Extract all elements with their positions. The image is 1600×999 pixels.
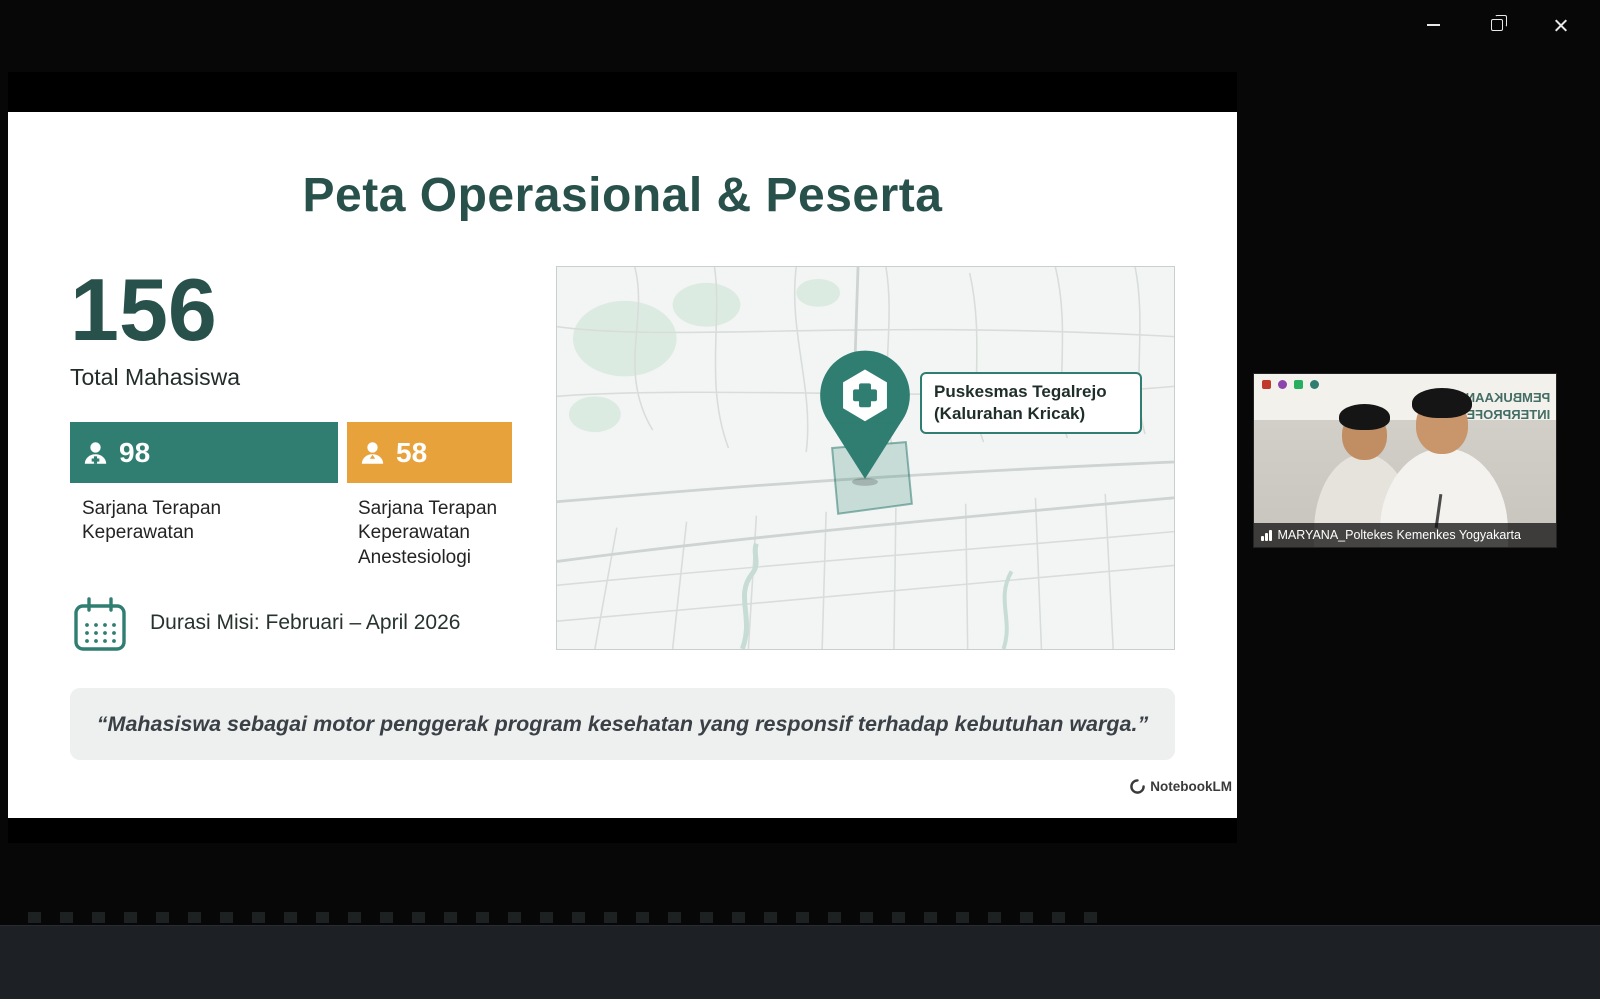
obscured-desktop-text: [28, 912, 1108, 923]
window-controls: [1410, 8, 1584, 42]
participant-name: MARYANA_Poltekes Kemenkes Yogyakarta: [1278, 528, 1521, 542]
map-graphic: [557, 267, 1174, 649]
map-pin-label: Puskesmas Tegalrejo (Kalurahan Kricak): [920, 372, 1142, 434]
taskbar: 3 1 M # R R 15: [0, 925, 1600, 999]
operational-map: [556, 266, 1175, 650]
notebooklm-logo-icon: [1130, 779, 1145, 794]
total-mahasiswa-label: Total Mahasiswa: [70, 364, 240, 391]
pin-label-line1: Puskesmas Tegalrejo: [934, 381, 1128, 403]
nurse-icon: [82, 439, 109, 466]
stat-keperawatan-header: 98: [70, 422, 338, 483]
quote-text: “Mahasiswa sebagai motor penggerak progr…: [97, 712, 1148, 737]
minimize-button[interactable]: [1410, 8, 1456, 42]
zoom-meeting-window: Peta Operasional & Peserta 156 Total Mah…: [0, 0, 1600, 999]
calendar-icon: [72, 596, 128, 654]
banner-logos: [1262, 380, 1319, 389]
notebooklm-label: NotebookLM: [1150, 779, 1232, 794]
participant-video-tile[interactable]: PEMBUKAAN PRA INTERPROFESSION MARYANA_Po…: [1253, 373, 1557, 548]
participant-name-bar: MARYANA_Poltekes Kemenkes Yogyakarta: [1254, 523, 1556, 547]
stat-keperawatan-value: 98: [119, 437, 150, 469]
quote-banner: “Mahasiswa sebagai motor penggerak progr…: [70, 688, 1175, 760]
anesthetist-icon: [359, 439, 386, 466]
participant-background-banner: PEMBUKAAN PRA INTERPROFESSION: [1254, 374, 1556, 420]
mission-duration-text: Durasi Misi: Februari – April 2026: [150, 611, 460, 635]
restore-icon: [1491, 19, 1503, 31]
notebooklm-branding: NotebookLM: [1000, 779, 1232, 794]
stat-anestesiologi-label: Sarjana Terapan Keperawatan Anestesiolog…: [358, 497, 516, 570]
close-icon: [1554, 18, 1568, 32]
stat-anestesiologi-value: 58: [396, 437, 427, 469]
restore-button[interactable]: [1474, 8, 1520, 42]
pin-label-line2: (Kalurahan Kricak): [934, 403, 1128, 425]
total-mahasiswa-value: 156: [70, 266, 217, 354]
minimize-icon: [1427, 24, 1440, 26]
stat-anestesiologi-header: 58: [347, 422, 512, 483]
close-button[interactable]: [1538, 8, 1584, 42]
stat-keperawatan-label: Sarjana Terapan Keperawatan: [82, 497, 252, 546]
audio-level-icon: [1261, 529, 1272, 541]
slide-title: Peta Operasional & Peserta: [8, 168, 1237, 223]
